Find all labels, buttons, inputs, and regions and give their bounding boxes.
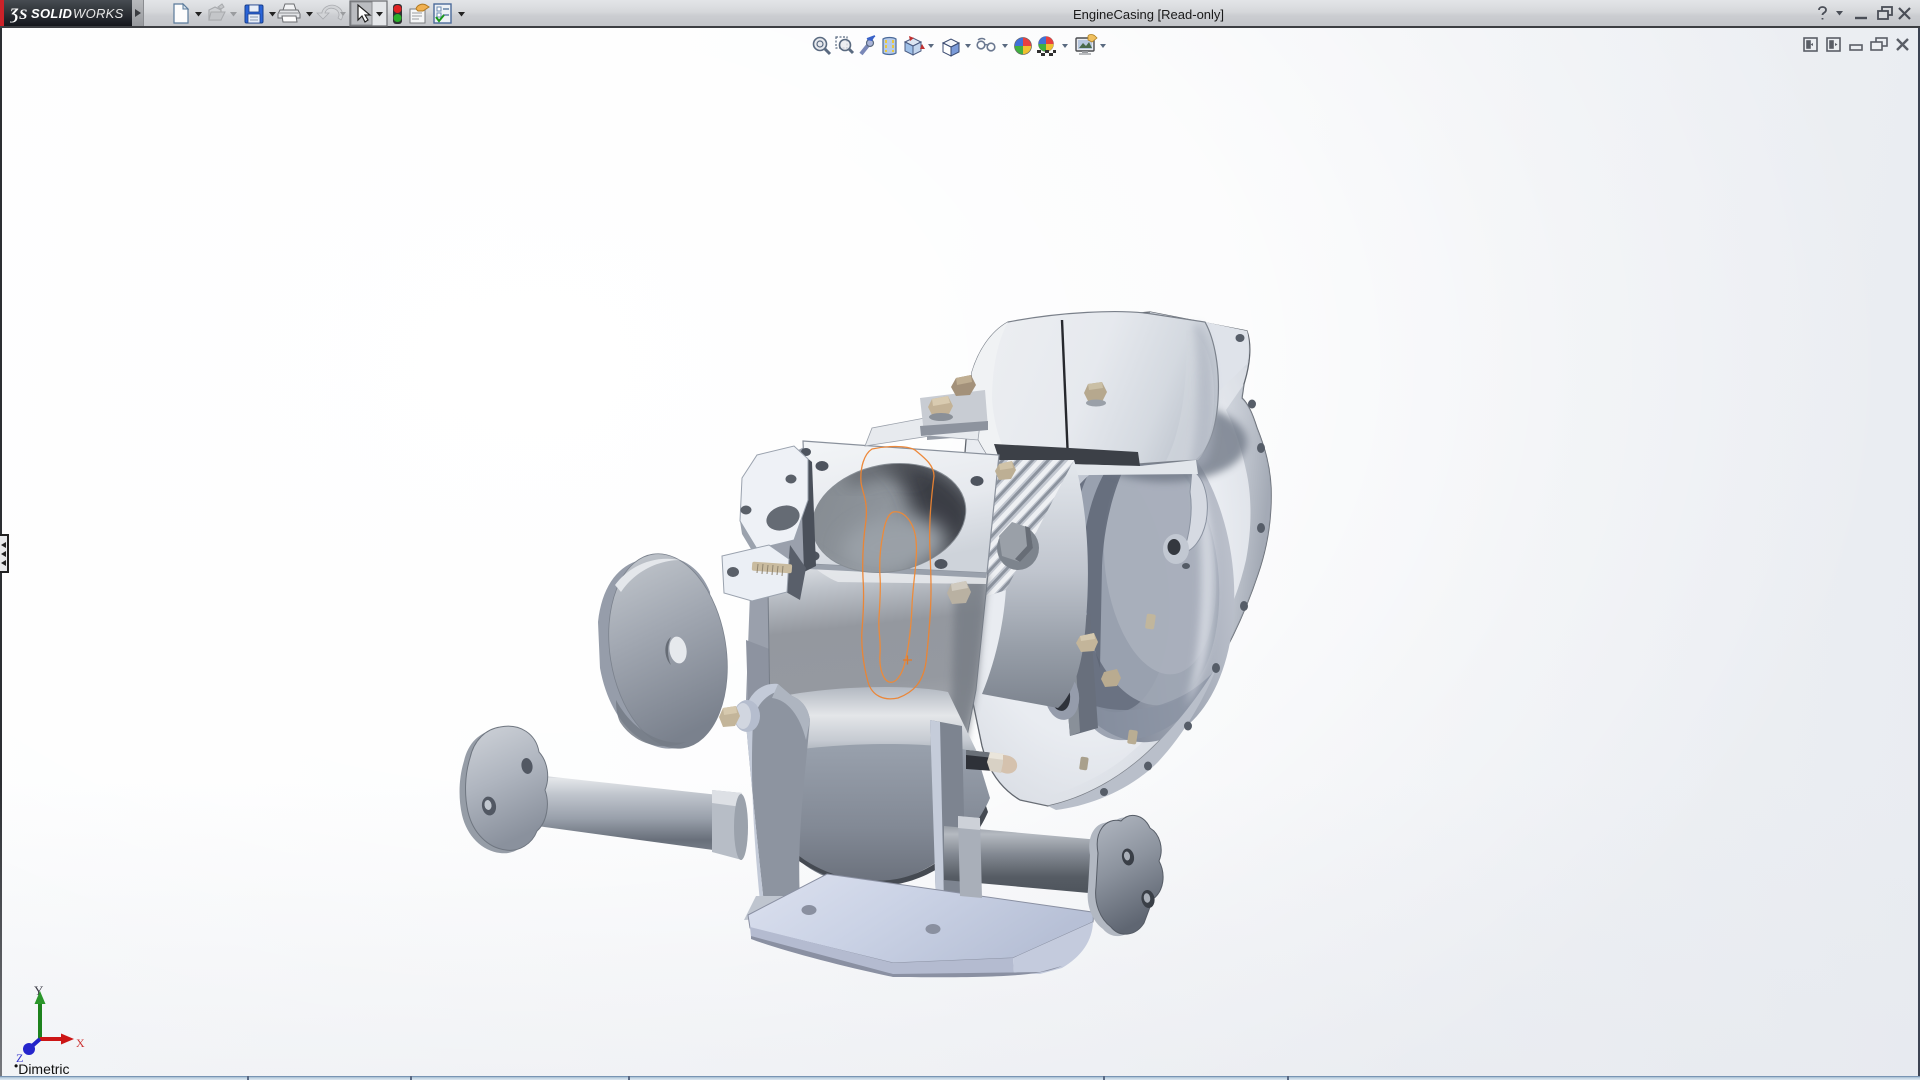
svg-text:S: S: [19, 7, 27, 23]
svg-text:SOLID: SOLID: [31, 6, 73, 21]
svg-text:WORKS: WORKS: [73, 6, 124, 21]
svg-text:X: X: [76, 1036, 85, 1050]
svg-text:Ʒ: Ʒ: [10, 6, 19, 23]
